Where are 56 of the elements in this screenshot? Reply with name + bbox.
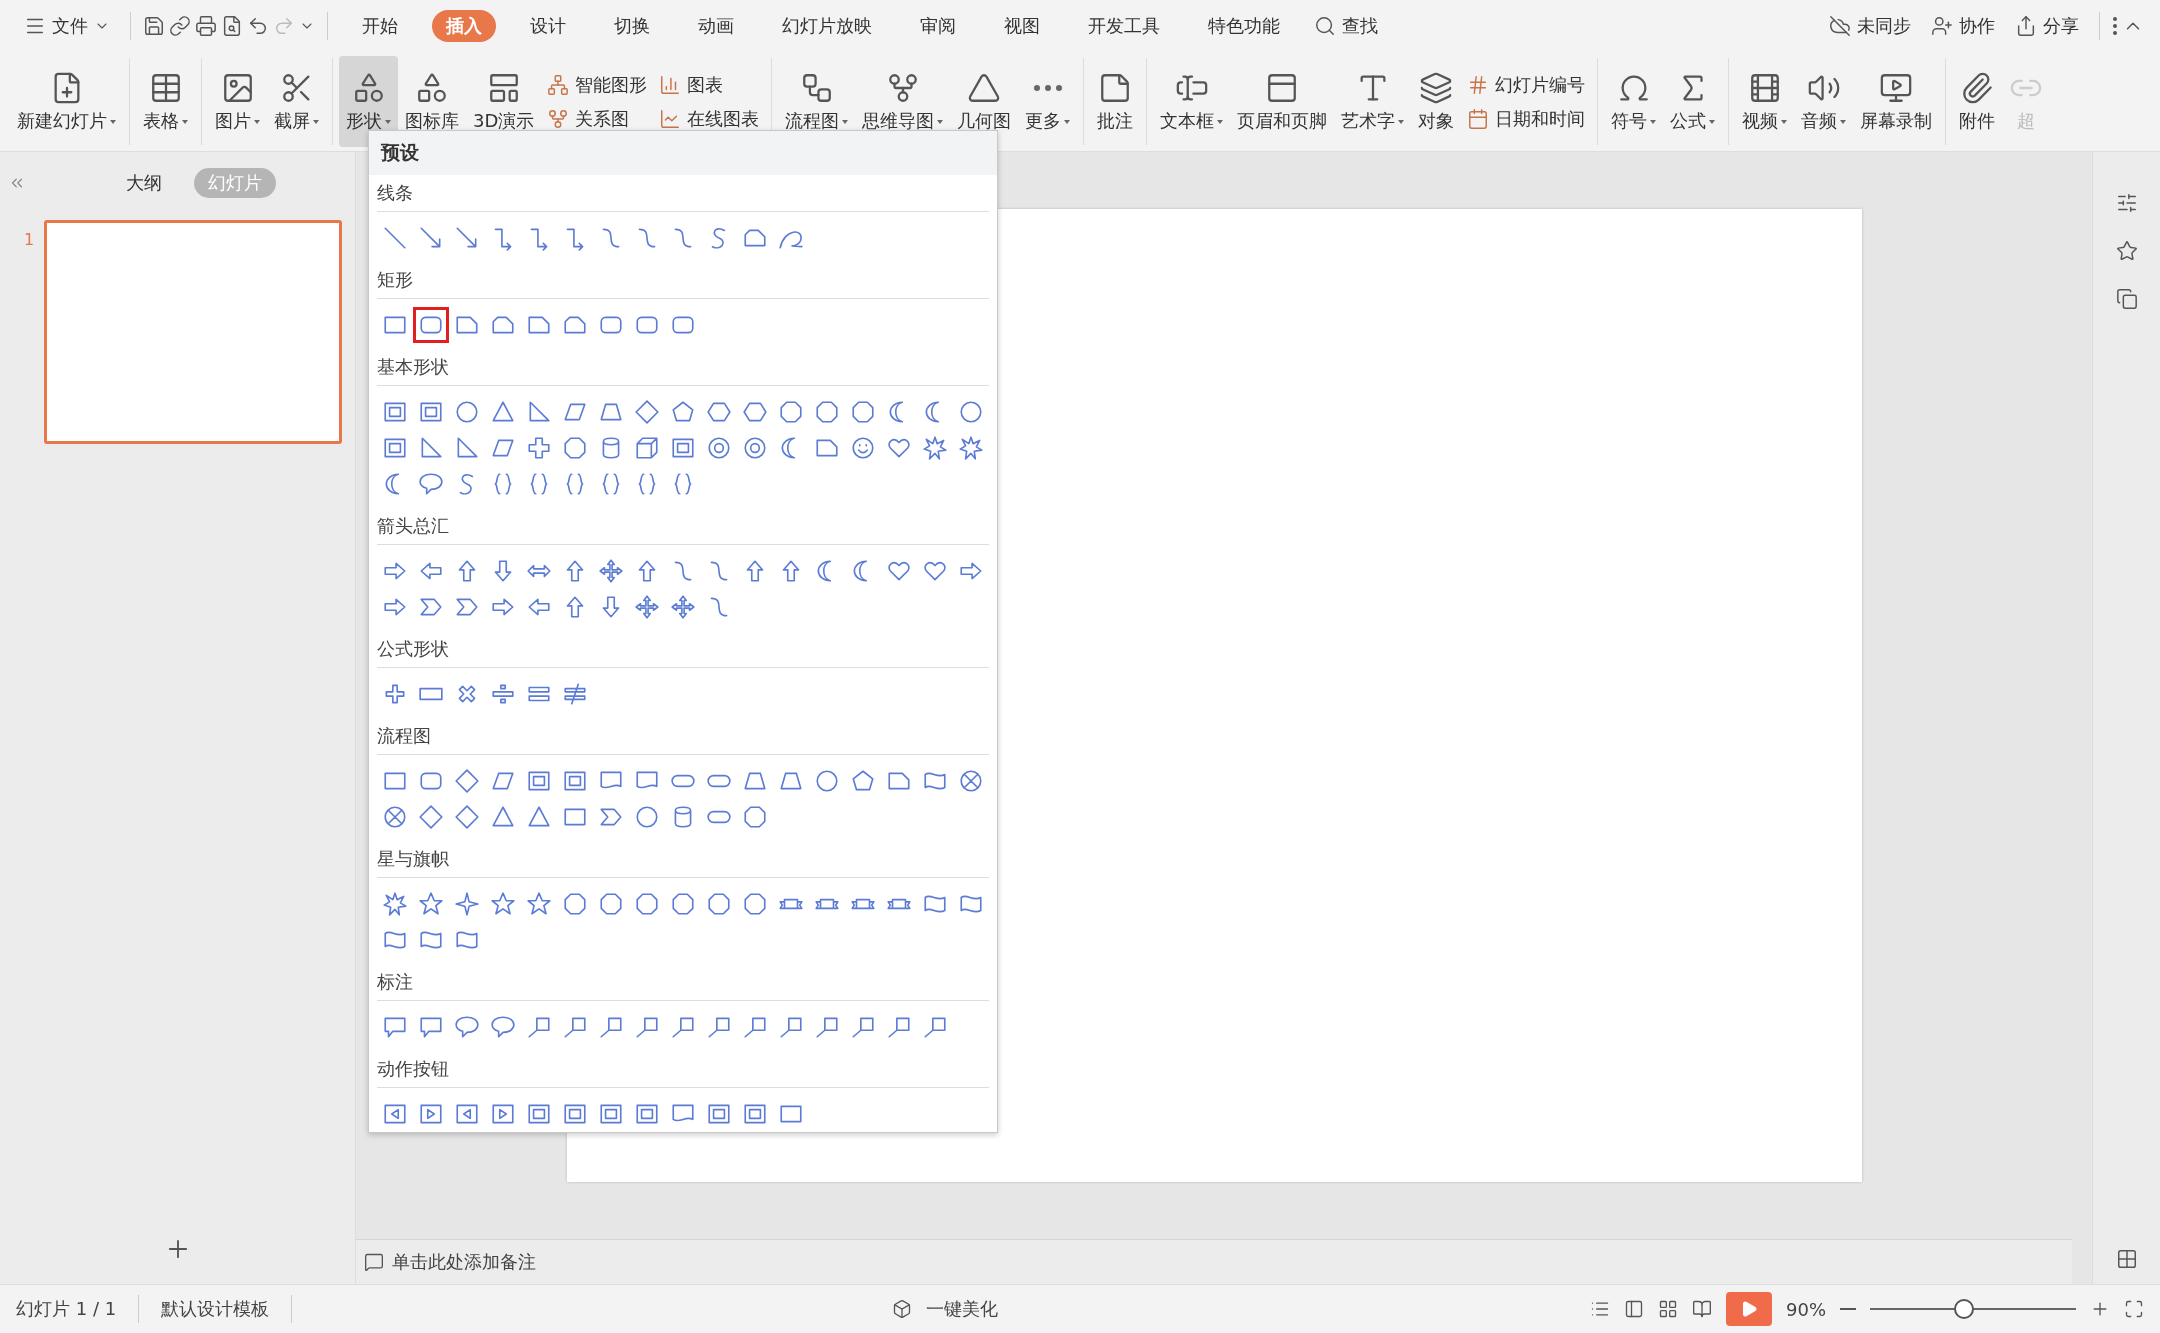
ribbon-button[interactable]: 关系图 xyxy=(547,106,648,131)
menu-tab[interactable]: 动画 xyxy=(684,10,748,42)
menu-tab[interactable]: 设计 xyxy=(516,10,580,42)
ribbon-button[interactable]: 截屏 xyxy=(267,56,326,147)
panel-tab[interactable]: 大纲 xyxy=(112,168,176,198)
section-title: 标注 xyxy=(377,970,413,994)
notes-placeholder[interactable]: 单击此处添加备注 xyxy=(392,1250,536,1274)
ribbon-button[interactable]: 音频 xyxy=(1794,56,1854,147)
menu-tab[interactable]: 开发工具 xyxy=(1074,10,1174,42)
ribbon-button[interactable]: 在线图表 xyxy=(659,106,760,131)
ribbon-button[interactable]: 流程图 xyxy=(778,56,856,147)
section-title: 基本形状 xyxy=(377,355,449,379)
search-button[interactable]: 查找 xyxy=(1306,10,1386,42)
beautify-button[interactable]: 一键美化 xyxy=(926,1297,999,1321)
ribbon-button[interactable]: 新建幻灯片 xyxy=(10,56,123,147)
ribbon-button[interactable]: 幻灯片编号 xyxy=(1467,72,1586,97)
menu-tab[interactable]: 幻灯片放映 xyxy=(768,10,886,42)
menu-tab[interactable]: 切换 xyxy=(600,10,664,42)
ribbon-button[interactable]: 智能图形 xyxy=(547,72,648,97)
toolbar-button[interactable]: 协作 xyxy=(1923,10,2003,42)
ribbon-button[interactable]: 视频 xyxy=(1735,56,1795,147)
section-title: 动作按钮 xyxy=(377,1057,449,1081)
section-title: 箭头总汇 xyxy=(377,514,449,538)
ribbon-button[interactable]: 符号 xyxy=(1604,56,1664,147)
ribbon-button[interactable]: 页眉和页脚 xyxy=(1230,56,1335,147)
slide-count: 幻灯片 1 / 1 xyxy=(16,1297,117,1321)
toolbar-button[interactable]: 分享 xyxy=(2007,10,2087,42)
menu-tab[interactable]: 特色功能 xyxy=(1194,10,1294,42)
ribbon-button[interactable]: 思维导图 xyxy=(855,56,951,147)
slide-number: 1 xyxy=(24,229,35,251)
menu-tab[interactable]: 视图 xyxy=(990,10,1054,42)
ribbon-button[interactable]: 文本框 xyxy=(1153,56,1231,147)
section-title: 流程图 xyxy=(377,724,431,748)
ribbon-button[interactable]: 图表 xyxy=(659,72,760,97)
ribbon-button[interactable]: 艺术字 xyxy=(1334,56,1412,147)
menu-tab[interactable]: 审阅 xyxy=(906,10,970,42)
file-menu[interactable]: 文件 xyxy=(16,10,118,42)
section-title: 线条 xyxy=(377,181,413,205)
ribbon-button[interactable]: 几何图 xyxy=(950,56,1019,147)
ribbon-button[interactable]: 图片 xyxy=(208,56,267,147)
ribbon-button[interactable]: 日期和时间 xyxy=(1467,106,1586,131)
ribbon-button[interactable]: 表格 xyxy=(136,56,195,147)
ribbon-button[interactable]: 更多 xyxy=(1018,56,1078,147)
ribbon-button[interactable]: 公式 xyxy=(1663,56,1723,147)
ribbon-button[interactable]: 批注 xyxy=(1090,56,1141,147)
toolbar-button[interactable]: 未同步 xyxy=(1821,10,1919,42)
template-name[interactable]: 默认设计模板 xyxy=(161,1297,270,1321)
section-title: 矩形 xyxy=(377,268,413,292)
ribbon-button[interactable]: 屏幕录制 xyxy=(1853,56,1940,147)
section-title: 公式形状 xyxy=(377,637,449,661)
menu-tab[interactable]: 开始 xyxy=(348,10,412,42)
section-title: 星与旗帜 xyxy=(377,847,449,871)
ribbon-button[interactable]: 对象 xyxy=(1411,56,1462,147)
ribbon-button[interactable]: 附件 xyxy=(1952,56,2003,147)
zoom-level[interactable]: 90% xyxy=(1786,1298,1826,1320)
ribbon-button[interactable]: 3D演示 xyxy=(466,56,542,147)
